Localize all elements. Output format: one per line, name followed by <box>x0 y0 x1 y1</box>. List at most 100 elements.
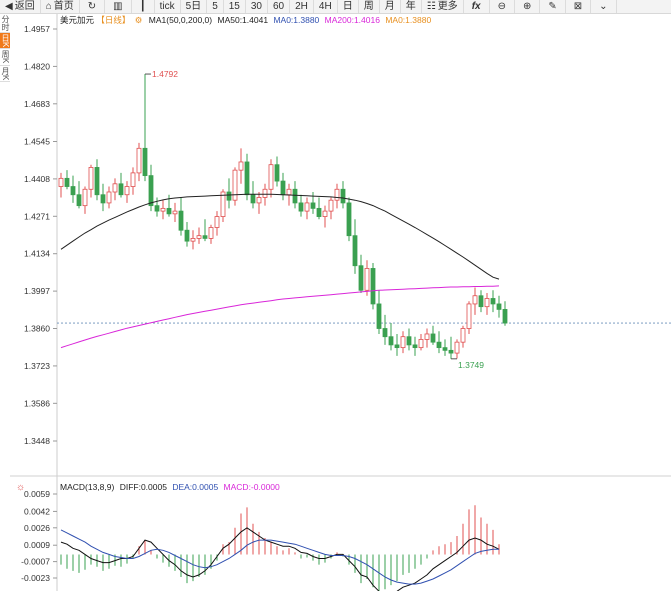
macd-axis: 0.0059 0.0042 0.0026 0.0009 -0.0007 -0.0023 <box>21 489 57 583</box>
candle-body <box>100 194 106 204</box>
candle-body <box>424 333 430 340</box>
candle-body <box>310 202 316 209</box>
candle-body <box>256 197 262 204</box>
macd-tick-label: 0.0026 <box>24 523 50 533</box>
candle-body <box>286 188 292 196</box>
candle-body <box>196 235 202 239</box>
candle-body <box>184 229 190 242</box>
candle-body <box>442 347 448 351</box>
price-tick-label: 1.4683 <box>24 99 50 109</box>
candle-body <box>322 210 328 217</box>
macd-tick-label: -0.0007 <box>21 557 50 567</box>
price-tick-label: 1.3448 <box>24 436 50 446</box>
macd-tick-label: 0.0059 <box>24 489 50 499</box>
macd-dea-value: DEA:0.0005 <box>172 482 218 492</box>
candle-body <box>406 336 412 346</box>
candle-body <box>112 183 118 193</box>
legend-ma200: MA200:1.4016 <box>325 15 381 25</box>
candle-body <box>430 333 436 343</box>
candle-body <box>238 161 244 171</box>
ma50-line <box>60 193 500 280</box>
price-tick-label: 1.4408 <box>24 174 50 184</box>
candle-body <box>160 207 166 212</box>
candle-body <box>334 188 340 201</box>
macd-settings-icon[interactable]: ☼ <box>16 482 25 493</box>
high-label: 1.4792 <box>152 69 178 79</box>
candle-body <box>328 199 334 212</box>
candle-body <box>340 188 346 204</box>
price-axis: 1.4957 1.4820 1.4683 1.4545 1.4408 1.4271 1.41… <box>24 24 57 446</box>
candle-body <box>478 295 484 308</box>
candle-body <box>412 344 418 349</box>
legend-settings-icon: ⚙ <box>135 15 143 25</box>
candle-body <box>496 303 502 310</box>
price-tick-label: 1.4271 <box>24 211 50 221</box>
candle-body <box>136 147 142 174</box>
candle-body <box>154 205 160 212</box>
macd-legend: MACD(13,8,9) DIFF:0.0005 DEA:0.0005 MACD… <box>60 482 280 492</box>
macd-tick-label: -0.0023 <box>21 573 50 583</box>
candle-body <box>244 161 250 196</box>
candle-body <box>262 188 268 198</box>
candle-body <box>298 202 304 212</box>
candle-body <box>208 227 214 239</box>
candle-body <box>460 328 466 343</box>
high-low-markers: 1.4792 1.3749 <box>145 69 484 370</box>
candle-body <box>352 235 358 267</box>
legend-ma50: MA50:1.4041 <box>217 15 268 25</box>
candle-body <box>304 202 310 212</box>
candle-body <box>364 268 370 291</box>
candle-body <box>436 341 442 349</box>
price-tick-label: 1.4957 <box>24 24 50 34</box>
candle-body <box>130 172 136 187</box>
price-tick-label: 1.3997 <box>24 286 50 296</box>
candle-body <box>394 344 400 349</box>
candle-body <box>502 309 508 324</box>
candle-body <box>88 167 94 190</box>
candle-body <box>94 167 100 196</box>
candle-body <box>346 202 352 237</box>
candle-body <box>232 169 238 201</box>
candle-body <box>226 191 232 201</box>
candle-body <box>292 188 298 204</box>
price-tick-label: 1.3723 <box>24 361 50 371</box>
price-tick-label: 1.4545 <box>24 136 50 146</box>
candle-body <box>274 164 280 182</box>
candle-body <box>202 235 208 239</box>
candle-body <box>124 186 130 196</box>
candle-body <box>142 147 148 177</box>
candle-body <box>472 295 478 305</box>
candle-body <box>166 207 172 215</box>
candle-body <box>376 303 382 329</box>
candle-body <box>148 175 154 207</box>
candle-body <box>418 339 424 349</box>
candle-body <box>370 268 376 305</box>
price-tick-label: 1.3586 <box>24 398 50 408</box>
candle-body <box>490 298 496 305</box>
candle-body <box>214 216 220 228</box>
candle-body <box>190 238 196 242</box>
candle-body <box>400 336 406 349</box>
price-tick-label: 1.4134 <box>24 249 50 259</box>
legend-ma-title: MA1(50,0,200,0) <box>149 15 212 25</box>
macd-tick-label: 0.0042 <box>24 506 50 516</box>
candle-body <box>466 303 472 329</box>
candle-body <box>250 194 256 204</box>
macd-tick-label: 0.0009 <box>24 540 50 550</box>
candle-body <box>484 298 490 308</box>
candle-body <box>118 183 124 196</box>
candle-body <box>82 188 88 207</box>
candle-body <box>388 336 394 346</box>
macd-macd-value: MACD:-0.0000 <box>224 482 280 492</box>
candle-body <box>280 180 286 196</box>
legend-symbol: 美元加元 <box>60 15 95 25</box>
chart-area[interactable]: 1.4957 1.4820 1.4683 1.4545 1.4408 1.4271 1.41… <box>0 0 671 591</box>
legend-period: 【日线】 <box>96 15 130 25</box>
low-label: 1.3749 <box>458 360 484 370</box>
price-tick-label: 1.3860 <box>24 324 50 334</box>
candle-body <box>316 207 322 217</box>
candle-body <box>358 265 364 291</box>
price-tick-label: 1.4820 <box>24 61 50 71</box>
macd-title: MACD(13,8,9) <box>60 482 114 492</box>
candle-body <box>58 177 64 187</box>
